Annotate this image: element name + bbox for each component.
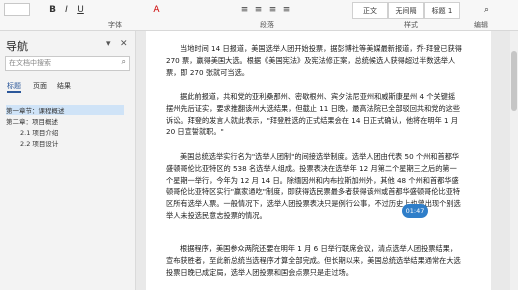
style-normal[interactable]: 正文 — [352, 2, 388, 19]
chevron-down-icon[interactable]: ▾ — [106, 39, 111, 49]
editing-group-label: 编辑 — [474, 21, 488, 29]
nav-item-chapter2[interactable]: 第二章：项目概述 — [6, 116, 58, 126]
align-center-icon[interactable]: ≡ — [252, 3, 265, 16]
font-size-box[interactable] — [4, 3, 30, 16]
search-placeholder: 在文档中搜索 — [9, 59, 51, 67]
close-icon[interactable]: ✕ — [120, 39, 128, 49]
paragraph-4: 根据程序，美国参众两院还要在明年 1 月 6 日举行联席会议，清点选举人团投票结… — [166, 244, 461, 277]
tab-results[interactable]: 结果 — [57, 81, 71, 91]
styles-group-label: 样式 — [404, 21, 418, 29]
paragraph-group-label: 段落 — [260, 21, 274, 29]
vertical-scrollbar[interactable] — [510, 31, 518, 290]
font-group-label: 字体 — [108, 21, 122, 29]
style-no-spacing[interactable]: 无间隔 — [388, 2, 424, 19]
time-badge[interactable]: 01:47 — [402, 204, 428, 218]
nav-tabs: 标题 页面 结果 — [5, 81, 130, 93]
search-icon[interactable]: ⌕ — [122, 57, 126, 67]
tab-pages[interactable]: 页面 — [33, 81, 47, 91]
nav-item-2-1[interactable]: 2.1 项目介绍 — [20, 127, 58, 137]
document-area: 当地时间 14 日报道，美国选举人团开始投票，据彭博社等美媒最新报道，乔·拜登已… — [136, 31, 518, 290]
justify-icon[interactable]: ≡ — [280, 3, 293, 16]
paragraph-2: 据此前报道，共和党的亚利桑那州、密歇根州、宾夕法尼亚州和威斯康星州 4 个关键摇… — [166, 92, 461, 137]
nav-item-chapter1[interactable]: 第一章节：课程概述 — [6, 105, 124, 115]
font-color-button[interactable]: A — [150, 3, 163, 16]
search-input[interactable]: 在文档中搜索 ⌕ — [5, 56, 130, 71]
document-page[interactable]: 当地时间 14 日报道，美国选举人团开始投票，据彭博社等美媒最新报道，乔·拜登已… — [146, 31, 491, 290]
tab-headings[interactable]: 标题 — [7, 81, 21, 93]
italic-button[interactable]: I — [60, 3, 73, 16]
paragraph-1: 当地时间 14 日报道，美国选举人团开始投票，据彭博社等美媒最新报道，乔·拜登已… — [166, 44, 462, 77]
align-left-icon[interactable]: ≡ — [238, 3, 251, 16]
navigation-pane: 导航 ▾ ✕ 在文档中搜索 ⌕ 标题 页面 结果 第一章节：课程概述 第二章：项… — [0, 31, 136, 290]
search-icon[interactable]: ⌕ — [480, 3, 493, 16]
nav-title: 导航 — [6, 40, 28, 53]
bold-button[interactable]: B — [46, 3, 59, 16]
nav-item-2-2[interactable]: 2.2 项目设计 — [20, 138, 58, 148]
scroll-thumb[interactable] — [511, 51, 517, 111]
ribbon-toolbar: B I U A ≡ ≡ ≡ ≡ 字体 段落 正文 无间隔 标题 1 样式 ⌕ 编… — [0, 0, 518, 31]
align-right-icon[interactable]: ≡ — [266, 3, 279, 16]
underline-button[interactable]: U — [74, 3, 87, 16]
style-heading1[interactable]: 标题 1 — [424, 2, 460, 19]
